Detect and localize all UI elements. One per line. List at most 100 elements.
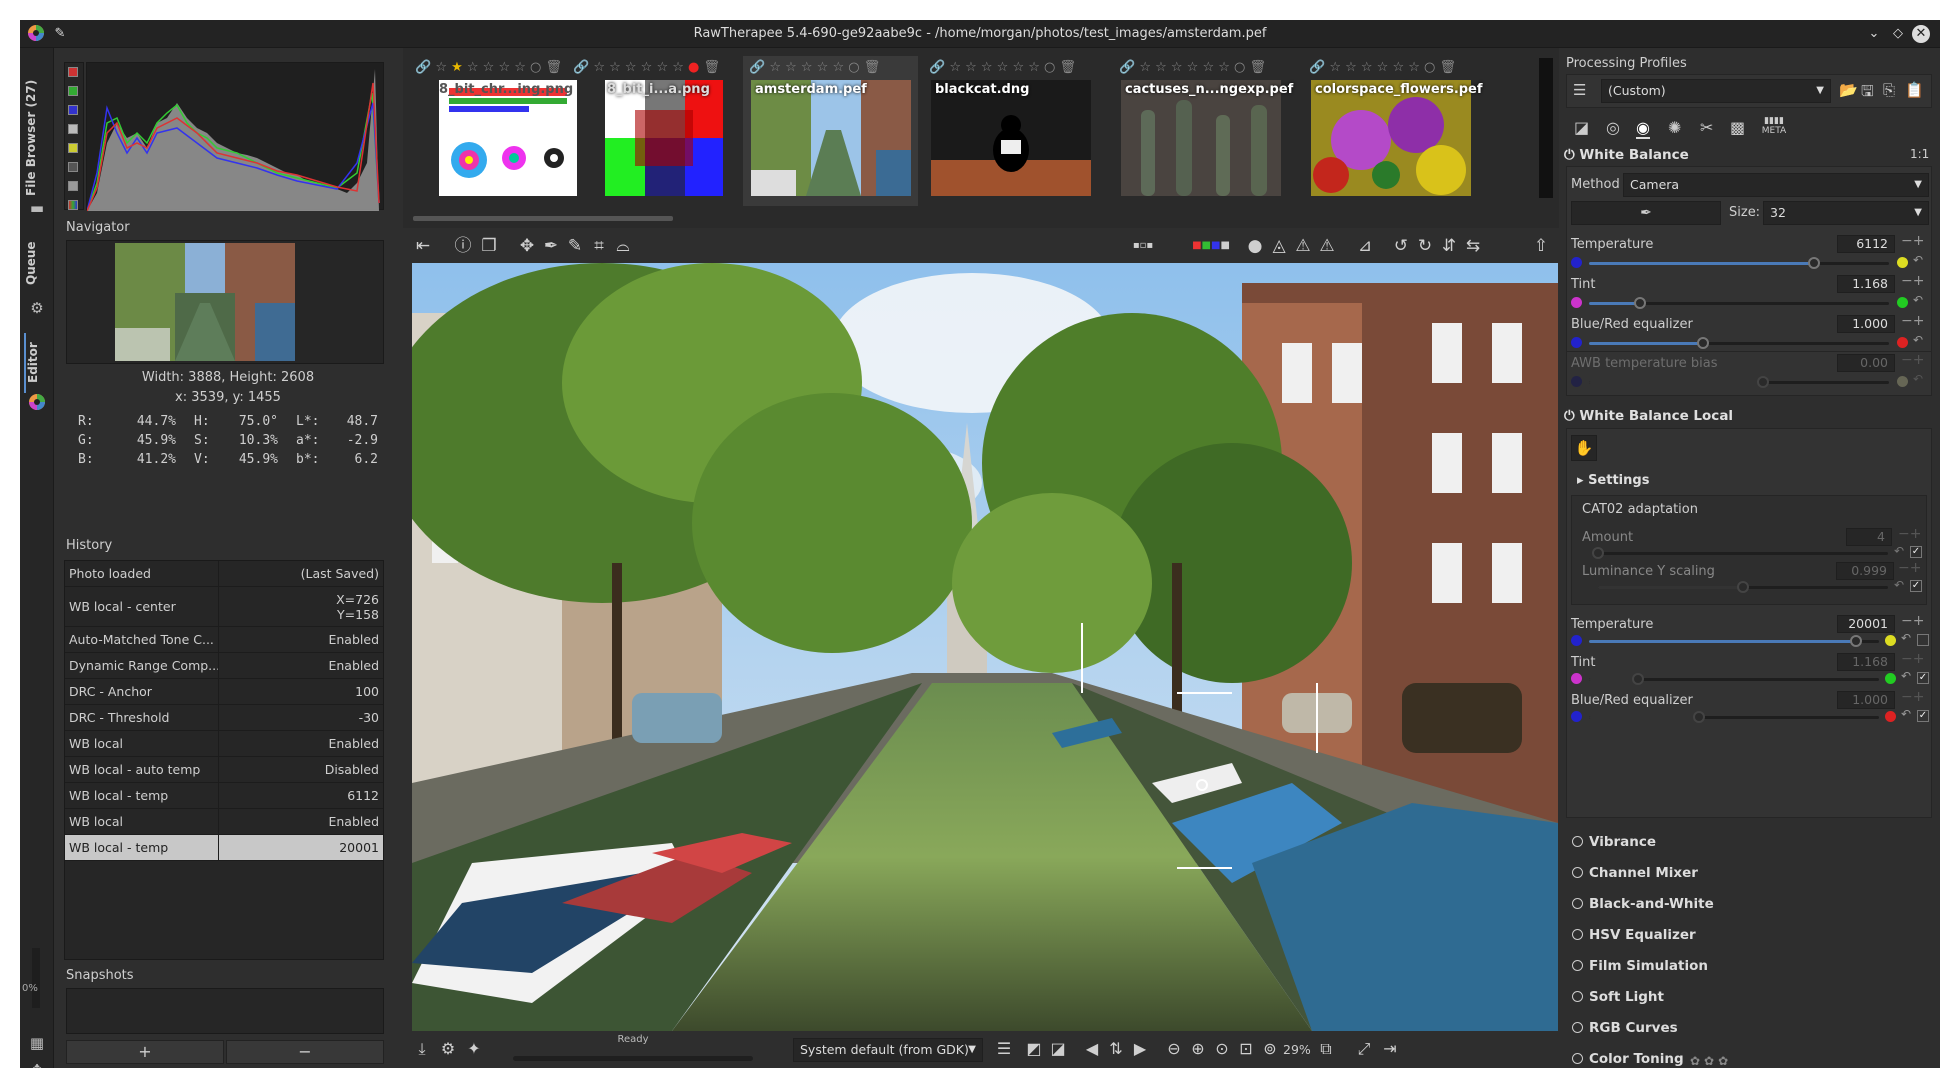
wb-size-select[interactable]: 32 ▼ (1763, 201, 1929, 225)
history-row[interactable]: WB local - temp 20001 (65, 835, 383, 861)
wbl-bre-reset-icon[interactable]: ↶ (1901, 707, 1911, 721)
folder-icon[interactable]: ▬ (27, 198, 47, 218)
shadow-clip-icon[interactable]: ◬ (1267, 234, 1291, 258)
thumb-rating[interactable]: 🔗 ☆ ☆ ☆ ☆ ☆ ☆ ○ 🗑 (1119, 60, 1266, 75)
wbl-temperature-reset-icon[interactable]: ↶ (1901, 631, 1911, 645)
wb-local-header[interactable]: ⏻ White Balance Local (1564, 408, 1733, 424)
lum-scaling-auto-checkbox[interactable]: ✓ (1910, 580, 1922, 592)
zoom-out-icon[interactable]: ⊖ (1163, 1038, 1185, 1060)
wb-tint-reset-icon[interactable]: ↶ (1913, 293, 1923, 307)
navigator-preview[interactable] (66, 240, 384, 364)
awb-bias-value[interactable]: 0.00 (1837, 354, 1895, 372)
wbl-bre-stepper[interactable]: −+ (1901, 689, 1924, 705)
tool-rgb-curves[interactable]: RGB Curves (1572, 1020, 1678, 1036)
details-tab-icon[interactable]: ◎ (1606, 118, 1620, 137)
transform-tab-icon[interactable]: ✂ (1700, 118, 1713, 137)
wbl-tint-auto-checkbox[interactable]: ✓ (1917, 672, 1929, 684)
thumbnail-selected[interactable]: 🔗 ☆ ☆ ☆ ☆ ☆ ○ 🗑 amsterdam.pef (743, 56, 918, 206)
wbl-bre-slider[interactable] (1589, 711, 1879, 723)
history-row[interactable]: DRC - Threshold -30 (65, 705, 383, 731)
wbl-temperature-slider[interactable] (1589, 635, 1879, 647)
hist-blue-toggle[interactable] (68, 105, 78, 115)
wbl-bre-auto-checkbox[interactable]: ✓ (1917, 710, 1929, 722)
new-window-icon[interactable]: ⧉ (1315, 1038, 1337, 1060)
next-image-icon[interactable]: ▶ (1129, 1038, 1151, 1060)
highlight-warning-icon[interactable]: ⚠ (1291, 234, 1315, 258)
panel-toggle-icon[interactable]: ▦ (27, 1033, 47, 1053)
thumb-rating[interactable]: 🔗 ☆ ☆ ☆ ☆ ☆ ☆ ○ 🗑 (929, 60, 1076, 75)
tool-hsv-equalizer[interactable]: HSV Equalizer (1572, 927, 1696, 943)
thumb-rating[interactable]: 🔗 ☆ ☆ ☆ ☆ ☆ ☆ ○ 🗑 (1309, 60, 1456, 75)
external-editor-icon[interactable]: ✦ (463, 1038, 485, 1060)
previous-image-icon[interactable]: ◀ (1081, 1038, 1103, 1060)
flip-horizontal-icon[interactable]: ⇆ (1461, 234, 1485, 258)
rotate-right-icon[interactable]: ↻ (1413, 234, 1437, 258)
gamut-check-icon[interactable]: ◪ (1047, 1038, 1069, 1060)
history-row[interactable]: Auto-Matched Tone C... Enabled (65, 627, 383, 653)
awb-bias-slider[interactable] (1589, 376, 1889, 388)
focus-mask-icon[interactable]: ● (1243, 234, 1267, 258)
zoom-100-icon[interactable]: ⊚ (1259, 1038, 1281, 1060)
wb-temperature-slider[interactable] (1589, 257, 1889, 269)
fullscreen-icon[interactable]: ⤢ (1353, 1038, 1375, 1060)
exposure-tab-icon[interactable]: ◪ (1574, 118, 1589, 137)
zoom-fit-crop-icon[interactable]: ⊡ (1235, 1038, 1257, 1060)
save-profile-icon[interactable]: 🖫 (1861, 81, 1874, 106)
tool-vibrance[interactable]: Vibrance (1572, 834, 1656, 850)
wbl-tint-slider[interactable] (1589, 673, 1879, 685)
minimize-icon[interactable]: ⌄ (1864, 24, 1884, 44)
thumbnail[interactable]: 🔗 ☆ ☆ ☆ ☆ ☆ ☆ ○ 🗑 blackcat.dng (923, 56, 1098, 206)
amount-slider[interactable] (1592, 547, 1888, 559)
hand-picker-icon[interactable]: ✋ (1571, 435, 1597, 461)
profile-list-icon[interactable]: ☰ (1573, 81, 1595, 101)
move-icon[interactable]: ✥ (27, 1060, 47, 1068)
metadata-tab[interactable]: ▮▮▮▮ META (1760, 116, 1788, 136)
lum-scaling-reset-icon[interactable]: ↶ (1894, 578, 1904, 592)
monitor-profile-select[interactable]: System default (from GDK) ▼ (793, 1038, 983, 1062)
wb-tint-value[interactable]: 1.168 (1837, 275, 1895, 293)
awb-bias-reset-icon[interactable]: ↶ (1913, 372, 1923, 386)
history-row[interactable]: WB local - auto temp Disabled (65, 757, 383, 783)
amount-auto-checkbox[interactable]: ✓ (1910, 546, 1922, 558)
thumb-rating[interactable]: 🔗 ☆ ☆ ☆ ☆ ☆ ○ 🗑 (749, 60, 880, 75)
wb-picker-icon[interactable]: ✒ (539, 234, 563, 258)
shadow-warning-icon[interactable]: ⚠ (1315, 234, 1339, 258)
history-row[interactable]: Dynamic Range Comp... Enabled (65, 653, 383, 679)
lum-scaling-slider[interactable] (1598, 581, 1888, 593)
thumbnail[interactable]: 🔗 ☆ ☆ ☆ ☆ ☆ ☆ ● 🗑 8_bit_i...a.png (567, 56, 742, 206)
tool-black-and-white[interactable]: Black-and-White (1572, 896, 1714, 912)
crop-icon[interactable]: ⌗ (587, 234, 611, 258)
paste-profile-icon[interactable]: 📋 (1905, 81, 1924, 99)
tab-file-browser[interactable]: File Browser (27) (24, 78, 48, 198)
wb-spot-picker-button[interactable]: ✒ (1571, 201, 1721, 225)
soft-proof-icon[interactable]: ◩ (1023, 1038, 1045, 1060)
thumbnail[interactable]: 🔗 ☆ ☆ ☆ ☆ ☆ ☆ ○ 🗑 cactuses_n...ngexp.pef (1113, 56, 1293, 206)
history-row[interactable]: WB local - temp 6112 (65, 783, 383, 809)
channel-preview-icon[interactable]: ■■■■ (1189, 234, 1233, 258)
amount-stepper[interactable]: −+ (1898, 526, 1921, 542)
editor-color-icon[interactable] (27, 393, 47, 413)
hide-right-panel-icon[interactable]: ⇥ (1379, 1038, 1401, 1060)
hist-red-toggle[interactable] (68, 67, 78, 77)
awb-bias-stepper[interactable]: −+ (1901, 352, 1924, 368)
hist-raw-toggle[interactable] (68, 162, 78, 172)
advanced-tab-icon[interactable]: ✺ (1668, 118, 1681, 137)
wbl-temperature-value[interactable]: 20001 (1837, 615, 1895, 633)
copy-profile-icon[interactable]: ⎘ (1883, 81, 1895, 99)
wbl-bre-value[interactable]: 1.000 (1837, 691, 1895, 709)
hist-bar-toggle[interactable] (68, 181, 78, 191)
rendering-intent-icon[interactable]: ☰ (993, 1038, 1015, 1060)
info-icon[interactable]: ⓘ (451, 234, 475, 258)
processing-profile-select[interactable]: (Custom) ▼ (1601, 79, 1831, 103)
tool-soft-light[interactable]: Soft Light (1572, 989, 1664, 1005)
thumbnail[interactable]: 🔗 ☆ ★ ☆ ☆ ☆ ☆ ○ 🗑 8_bit_chr...ing.png (409, 56, 584, 206)
export-icon[interactable]: ⇧ (1529, 234, 1553, 258)
tab-editor[interactable]: Editor (24, 333, 48, 393)
tool-channel-mixer[interactable]: Channel Mixer (1572, 865, 1698, 881)
wbl-tint-reset-icon[interactable]: ↶ (1901, 669, 1911, 683)
queue-icon[interactable]: ⚙ (437, 1038, 459, 1060)
tool-color-toning[interactable]: Color Toning (1572, 1051, 1684, 1067)
straighten-icon[interactable]: ⌓ (611, 234, 635, 258)
amount-reset-icon[interactable]: ↶ (1894, 544, 1904, 558)
rotate-left-icon[interactable]: ↺ (1389, 234, 1413, 258)
